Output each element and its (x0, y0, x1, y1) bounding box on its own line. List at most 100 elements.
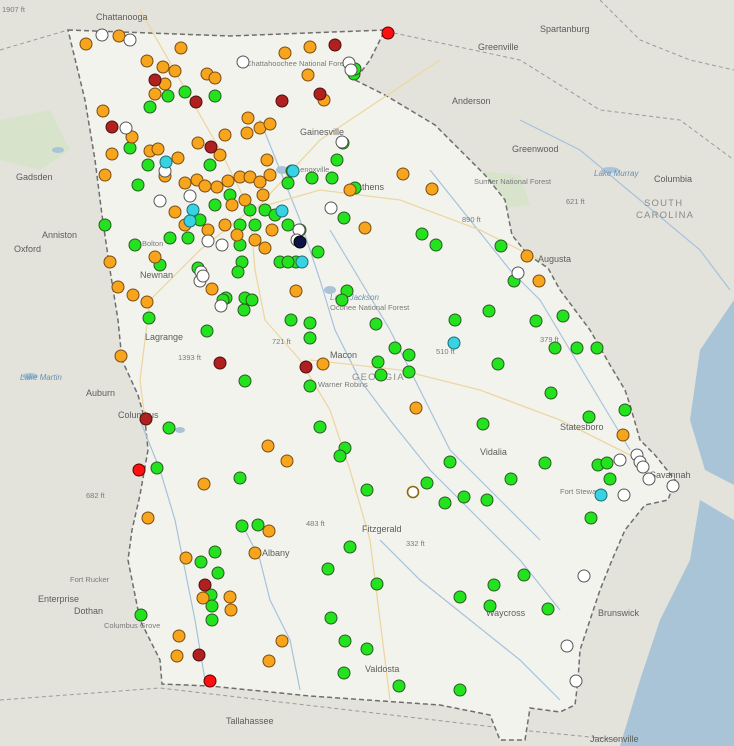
station-marker-green[interactable] (483, 599, 497, 613)
station-marker-darkred[interactable] (139, 412, 153, 426)
station-marker-green[interactable] (438, 496, 452, 510)
station-marker-orange[interactable] (179, 551, 193, 565)
station-marker-green[interactable] (203, 158, 217, 172)
station-marker-orange[interactable] (261, 439, 275, 453)
station-marker-green[interactable] (134, 608, 148, 622)
station-marker-green[interactable] (303, 316, 317, 330)
station-marker-orange[interactable] (230, 228, 244, 242)
station-marker-white[interactable] (123, 33, 137, 47)
station-marker-orange[interactable] (151, 142, 165, 156)
station-marker-green[interactable] (584, 511, 598, 525)
station-marker-green[interactable] (281, 255, 295, 269)
station-marker-orange[interactable] (248, 546, 262, 560)
station-marker-green[interactable] (443, 455, 457, 469)
station-marker-orange[interactable] (112, 29, 126, 43)
station-marker-orange[interactable] (258, 241, 272, 255)
station-marker-green[interactable] (143, 100, 157, 114)
station-marker-green[interactable] (360, 483, 374, 497)
station-marker-cyan[interactable] (275, 204, 289, 218)
station-marker-orange[interactable] (224, 603, 238, 617)
station-marker-green[interactable] (369, 317, 383, 331)
station-marker-green[interactable] (281, 218, 295, 232)
station-marker-orange[interactable] (174, 41, 188, 55)
station-marker-green[interactable] (337, 666, 351, 680)
station-marker-orange[interactable] (303, 40, 317, 54)
station-marker-green[interactable] (343, 540, 357, 554)
station-marker-white[interactable] (214, 299, 228, 313)
station-marker-orange[interactable] (126, 288, 140, 302)
station-marker-green[interactable] (494, 239, 508, 253)
station-marker-white[interactable] (560, 639, 574, 653)
station-marker-orange[interactable] (221, 174, 235, 188)
station-marker-orange[interactable] (114, 349, 128, 363)
station-marker-orange[interactable] (103, 255, 117, 269)
station-marker-orange[interactable] (111, 280, 125, 294)
station-marker-cyan[interactable] (286, 164, 300, 178)
station-marker-orange[interactable] (260, 153, 274, 167)
station-marker-orange[interactable] (238, 193, 252, 207)
station-marker-cyan[interactable] (295, 255, 309, 269)
station-marker-green[interactable] (392, 679, 406, 693)
station-marker-orange[interactable] (263, 168, 277, 182)
station-marker-darkred[interactable] (198, 578, 212, 592)
station-marker-green[interactable] (371, 355, 385, 369)
station-marker-green[interactable] (491, 357, 505, 371)
station-marker-green[interactable] (231, 265, 245, 279)
station-marker-green[interactable] (538, 456, 552, 470)
station-marker-green[interactable] (311, 245, 325, 259)
station-marker-green[interactable] (402, 365, 416, 379)
station-marker-white[interactable] (183, 189, 197, 203)
station-marker-orange[interactable] (248, 233, 262, 247)
station-marker-green[interactable] (420, 476, 434, 490)
station-marker-green[interactable] (208, 198, 222, 212)
station-marker-green[interactable] (150, 461, 164, 475)
station-marker-red[interactable] (381, 26, 395, 40)
station-marker-orange[interactable] (178, 176, 192, 190)
station-marker-navy[interactable] (293, 235, 307, 249)
station-marker-white[interactable] (511, 266, 525, 280)
station-marker-green[interactable] (128, 238, 142, 252)
station-marker-green[interactable] (142, 311, 156, 325)
station-marker-orange[interactable] (156, 60, 170, 74)
station-marker-orange[interactable] (148, 250, 162, 264)
station-marker-green[interactable] (303, 331, 317, 345)
station-marker-orange[interactable] (223, 590, 237, 604)
station-marker-green[interactable] (284, 313, 298, 327)
station-marker-green[interactable] (238, 374, 252, 388)
station-marker-orange[interactable] (301, 68, 315, 82)
station-marker-orange[interactable] (263, 117, 277, 131)
station-marker-green[interactable] (548, 341, 562, 355)
station-marker-hollow[interactable] (406, 485, 420, 499)
station-marker-orange[interactable] (172, 629, 186, 643)
station-marker-white[interactable] (153, 194, 167, 208)
station-marker-orange[interactable] (225, 198, 239, 212)
station-marker-orange[interactable] (171, 151, 185, 165)
station-marker-darkred[interactable] (204, 140, 218, 154)
station-marker-orange[interactable] (520, 249, 534, 263)
station-marker-green[interactable] (487, 578, 501, 592)
station-marker-orange[interactable] (396, 167, 410, 181)
station-marker-orange[interactable] (425, 182, 439, 196)
station-marker-green[interactable] (448, 313, 462, 327)
station-marker-white[interactable] (344, 63, 358, 77)
station-marker-green[interactable] (281, 176, 295, 190)
station-marker-green[interactable] (360, 642, 374, 656)
station-marker-orange[interactable] (140, 54, 154, 68)
station-marker-green[interactable] (618, 403, 632, 417)
station-marker-white[interactable] (617, 488, 631, 502)
station-marker-orange[interactable] (409, 401, 423, 415)
station-marker-orange[interactable] (148, 87, 162, 101)
station-marker-green[interactable] (541, 602, 555, 616)
station-marker-orange[interactable] (201, 223, 215, 237)
station-marker-green[interactable] (178, 85, 192, 99)
station-marker-green[interactable] (482, 304, 496, 318)
station-marker-green[interactable] (453, 683, 467, 697)
station-marker-darkred[interactable] (328, 38, 342, 52)
station-marker-green[interactable] (205, 613, 219, 627)
station-marker-green[interactable] (480, 493, 494, 507)
station-marker-green[interactable] (181, 231, 195, 245)
station-marker-orange[interactable] (141, 511, 155, 525)
station-marker-orange[interactable] (168, 64, 182, 78)
station-marker-green[interactable] (233, 471, 247, 485)
station-marker-green[interactable] (517, 568, 531, 582)
